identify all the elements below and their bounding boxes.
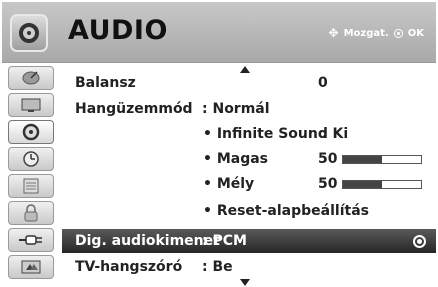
menu-list: Balansz 0 Hangüzemmód : Normál • Infinit… xyxy=(62,63,436,287)
move-arrows-icon: ✥ xyxy=(328,26,339,40)
menu-header: AUDIO ✥ Mozgat. OK xyxy=(2,2,436,63)
lock-icon xyxy=(24,204,38,222)
menu-item-reset[interactable]: • Reset-alapbeállítás xyxy=(62,200,436,222)
treble-level-bar[interactable] xyxy=(342,155,422,164)
picture-screen-icon xyxy=(21,98,41,112)
balance-value: 0 xyxy=(318,75,328,91)
usb-media-icon xyxy=(21,260,41,274)
sidebar-item-options[interactable] xyxy=(8,174,54,198)
digital-out-value: : PCM xyxy=(202,233,247,249)
sidebar-item-picture[interactable] xyxy=(8,93,54,117)
navigation-hint: ✥ Mozgat. OK xyxy=(329,26,424,40)
treble-level-fill xyxy=(343,156,382,163)
ok-hint-label: OK xyxy=(407,27,424,39)
menu-item-sound-mode[interactable]: Hangüzemmód : Normál xyxy=(62,97,436,121)
sound-mode-label: Hangüzemmód xyxy=(75,101,193,117)
sidebar-item-audio[interactable] xyxy=(8,120,54,144)
menu-item-balance[interactable]: Balansz 0 xyxy=(62,71,436,95)
menu-item-digital-audio-out[interactable]: Dig. audiokimenet : PCM xyxy=(62,229,436,253)
sidebar-item-usb[interactable] xyxy=(8,255,54,279)
infinite-sound-value: : Ki xyxy=(322,126,349,142)
bass-level-bar[interactable] xyxy=(342,180,422,189)
clock-icon xyxy=(23,151,39,167)
menu-item-infinite-sound[interactable]: • Infinite Sound : Ki xyxy=(62,123,436,145)
bass-label: • Mély xyxy=(203,176,255,192)
bass-level-fill xyxy=(343,181,382,188)
audio-icon xyxy=(10,14,48,52)
options-icon xyxy=(23,178,39,194)
move-hint-label: Mozgat. xyxy=(343,27,389,39)
treble-label: • Magas xyxy=(203,151,269,167)
sidebar-item-satellite[interactable] xyxy=(8,66,54,90)
menu-item-tv-speaker[interactable]: TV-hangszóró : Be xyxy=(62,255,436,279)
menu-item-bass[interactable]: • Mély 50 xyxy=(62,173,436,195)
ok-button-icon xyxy=(393,28,403,38)
audio-icon xyxy=(22,123,40,141)
tv-speaker-value: : Be xyxy=(202,259,233,275)
digital-out-label: Dig. audiokimenet xyxy=(75,233,220,249)
bass-value: 50 xyxy=(318,176,338,192)
satellite-dish-icon xyxy=(22,71,40,85)
input-plug-icon xyxy=(19,235,42,245)
balance-label: Balansz xyxy=(75,75,136,91)
menu-sidebar xyxy=(2,63,60,287)
sidebar-item-lock[interactable] xyxy=(8,201,54,225)
sidebar-item-time[interactable] xyxy=(8,147,54,171)
tv-speaker-label: TV-hangszóró xyxy=(75,259,183,275)
sound-mode-value: : Normál xyxy=(202,101,270,117)
sidebar-item-input[interactable] xyxy=(8,228,54,252)
reset-label: • Reset-alapbeállítás xyxy=(203,203,369,219)
audio-menu-panel: AUDIO ✥ Mozgat. OK Balansz 0 Hangüzemmód… xyxy=(0,0,438,287)
scroll-down-arrow-icon[interactable] xyxy=(240,279,250,286)
selected-indicator-icon xyxy=(413,235,426,248)
menu-item-treble[interactable]: • Magas 50 xyxy=(62,148,436,170)
infinite-sound-label: • Infinite Sound xyxy=(203,126,328,142)
menu-title: AUDIO xyxy=(68,15,168,46)
treble-value: 50 xyxy=(318,151,338,167)
